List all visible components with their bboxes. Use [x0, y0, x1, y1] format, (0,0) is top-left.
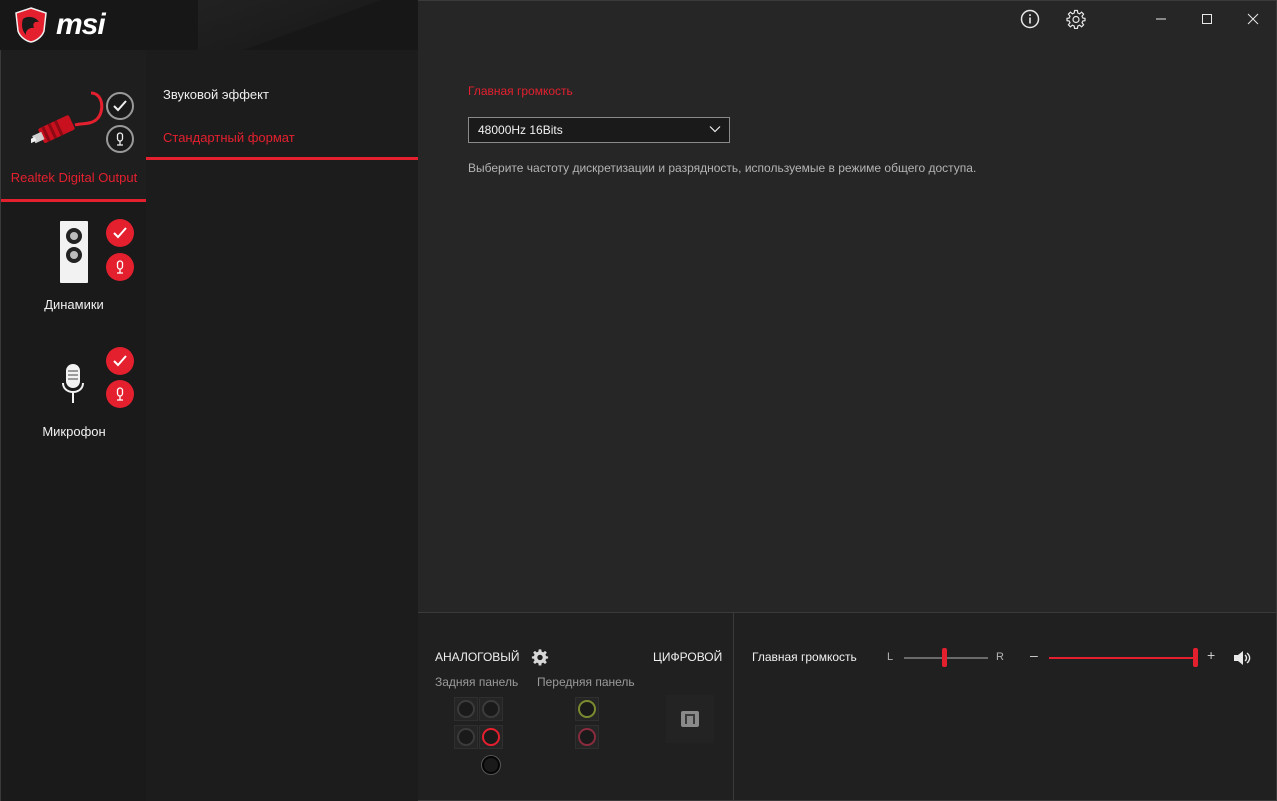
jack-port: [457, 728, 475, 746]
jack-port: [482, 700, 500, 718]
submenu-item-sound-effect[interactable]: Звуковой эффект: [146, 75, 418, 115]
close-button[interactable]: [1230, 2, 1276, 36]
jack-port: [482, 756, 500, 774]
front-panel-label: Передняя панель: [537, 675, 635, 689]
jack-port: [482, 728, 500, 746]
dragon-shield-icon: [15, 7, 47, 43]
info-button[interactable]: [1017, 6, 1043, 32]
rear-jack[interactable]: [454, 697, 478, 721]
submenu-item-default-format[interactable]: Стандартный формат: [146, 118, 418, 160]
minimize-icon: [1156, 18, 1166, 20]
spdif-port[interactable]: [666, 695, 714, 743]
submenu: Звуковой эффект Стандартный формат: [146, 50, 418, 801]
default-device-check-button[interactable]: [106, 92, 134, 120]
rear-jack-optical[interactable]: [479, 753, 503, 777]
rear-jack[interactable]: [454, 725, 478, 749]
device-label: Динамики: [44, 297, 104, 312]
analog-settings-gear-icon[interactable]: [531, 648, 549, 666]
chevron-down-icon: [709, 126, 721, 133]
logo-bar: msi: [0, 0, 418, 50]
info-icon: [1020, 9, 1040, 29]
default-device-check-button[interactable]: [106, 219, 134, 247]
bottom-bar: АНАЛОГОВЫЙ ЦИФРОВОЙ Задняя панель Передн…: [418, 612, 1277, 801]
logo-text: msi: [56, 8, 106, 41]
mic-small-icon: [116, 260, 124, 274]
close-icon: [1247, 13, 1259, 25]
device-label: Realtek Digital Output: [10, 170, 138, 185]
jack-port: [578, 728, 596, 746]
format-description: Выберите частоту дискретизации и разрядн…: [468, 161, 977, 175]
jack-panel: АНАЛОГОВЫЙ ЦИФРОВОЙ Задняя панель Передн…: [418, 613, 734, 801]
rear-jack-active[interactable]: [479, 725, 503, 749]
default-comm-button[interactable]: [106, 125, 134, 153]
gear-icon: [1066, 9, 1086, 29]
maximize-button[interactable]: [1184, 2, 1230, 36]
device-label: Микрофон: [42, 424, 106, 439]
minimize-button[interactable]: [1138, 2, 1184, 36]
check-icon: [113, 227, 127, 239]
section-title: Главная громкость: [468, 84, 573, 98]
microphone-icon: [62, 364, 84, 403]
volume-decrease-button[interactable]: –: [1030, 647, 1038, 663]
maximize-icon: [1202, 14, 1212, 24]
rear-panel-label: Задняя панель: [435, 675, 519, 689]
format-select-value: 48000Hz 16Bits: [478, 123, 563, 137]
check-icon: [113, 355, 127, 367]
device-microphone[interactable]: Микрофон: [1, 335, 147, 455]
format-select[interactable]: 48000Hz 16Bits: [468, 117, 730, 143]
front-jack-mic[interactable]: [575, 725, 599, 749]
balance-right-label: R: [996, 651, 1004, 663]
digital-label: ЦИФРОВОЙ: [653, 650, 723, 664]
device-sidebar: Realtek Digital Output Динамики Микрофон: [0, 0, 147, 801]
optical-port-icon: [681, 711, 699, 727]
analog-label: АНАЛОГОВЫЙ: [435, 650, 520, 664]
speaker-mute-toggle-icon[interactable]: [1233, 650, 1251, 666]
settings-button[interactable]: [1063, 6, 1089, 32]
digital-cable-icon: [31, 91, 104, 144]
device-speakers[interactable]: Динамики: [1, 205, 147, 330]
jack-port: [457, 700, 475, 718]
volume-slider-thumb[interactable]: [1193, 648, 1198, 667]
default-comm-button[interactable]: [106, 253, 134, 281]
balance-slider-thumb[interactable]: [942, 648, 947, 667]
rear-jack[interactable]: [479, 697, 503, 721]
balance-left-label: L: [887, 651, 894, 663]
front-jack-headphone[interactable]: [575, 697, 599, 721]
msi-logo: msi: [14, 7, 106, 43]
window-controls: [1138, 1, 1276, 37]
volume-slider-track[interactable]: [1049, 657, 1197, 659]
speaker-icon: [60, 221, 88, 283]
mic-small-icon: [116, 132, 124, 146]
default-device-check-button[interactable]: [106, 347, 134, 375]
master-volume-label: Главная громкость: [752, 650, 857, 664]
device-digital-output[interactable]: Realtek Digital Output: [1, 50, 147, 202]
volume-increase-button[interactable]: +: [1207, 647, 1215, 663]
main-panel: Главная громкость 48000Hz 16Bits Выберит…: [418, 0, 1277, 612]
check-icon: [113, 100, 127, 112]
mic-small-icon: [116, 387, 124, 401]
default-comm-button[interactable]: [106, 380, 134, 408]
jack-port: [578, 700, 596, 718]
